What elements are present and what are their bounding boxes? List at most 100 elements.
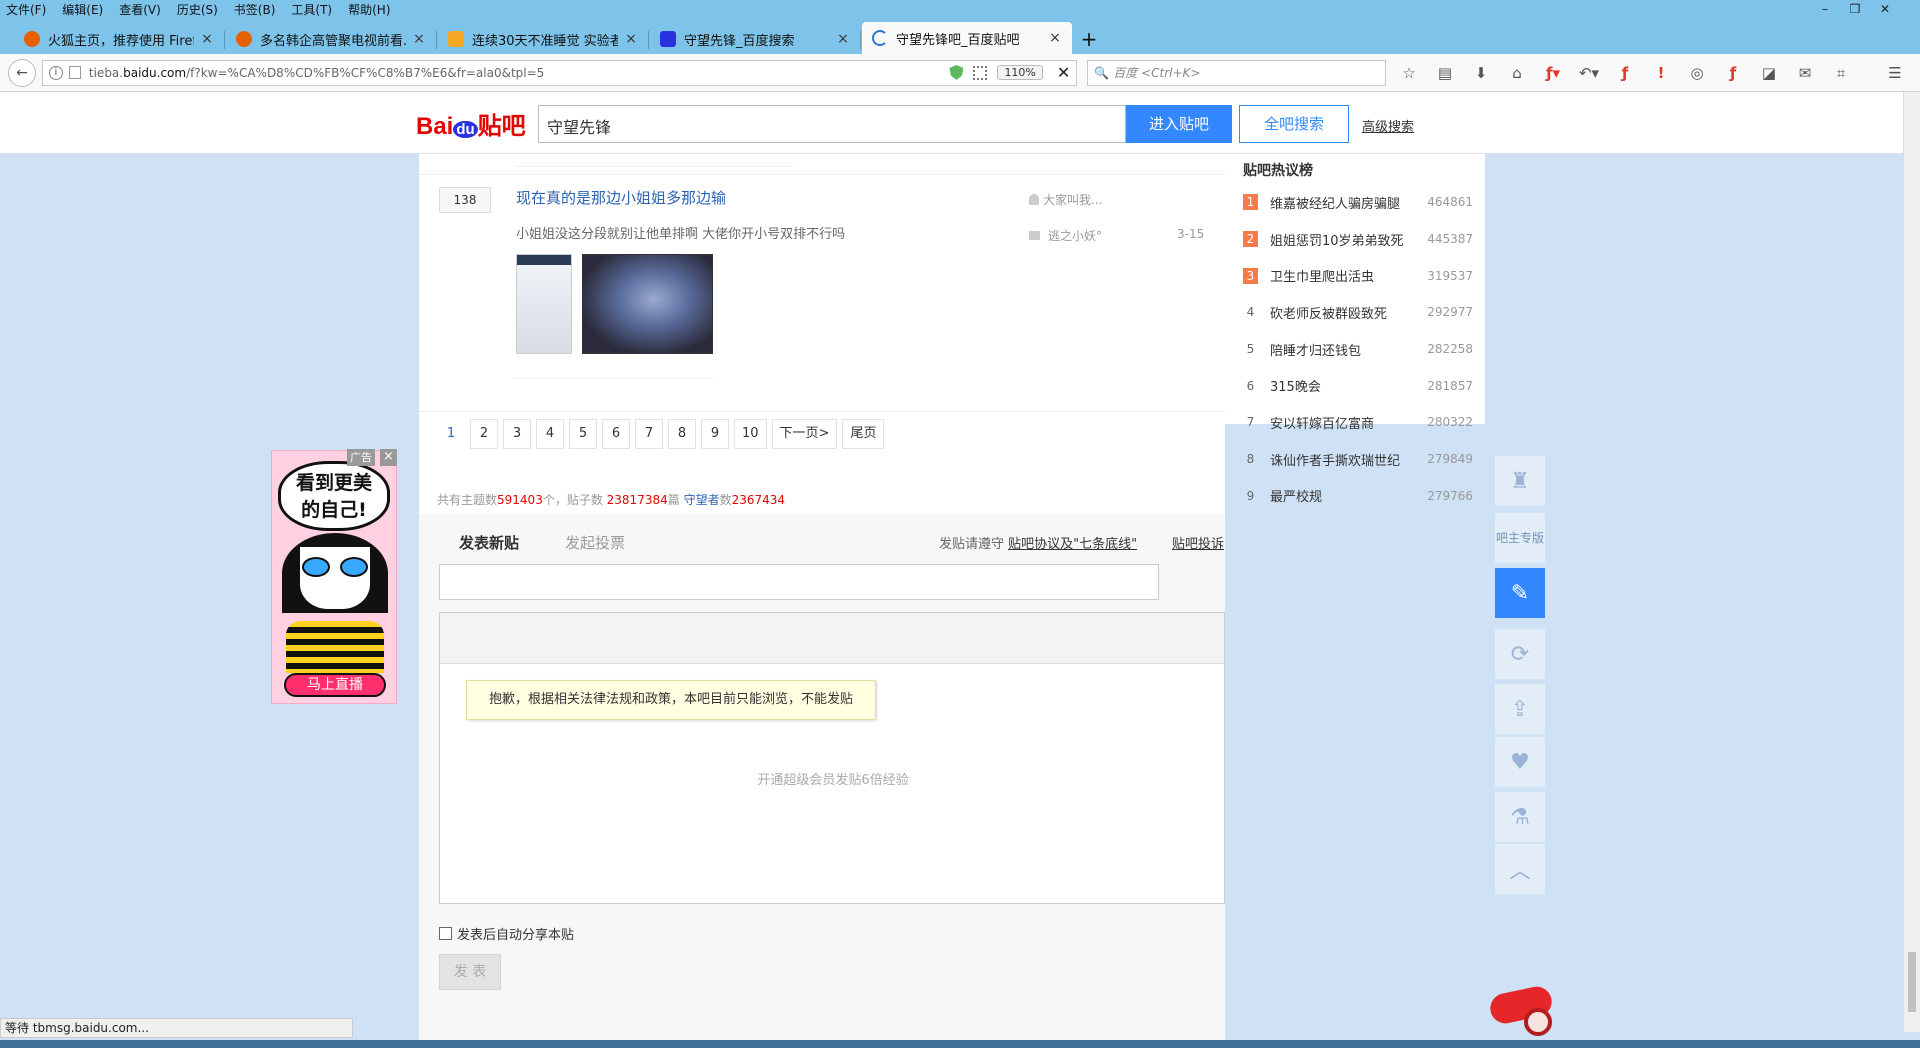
- rules-link[interactable]: 贴吧协议及"七条底线": [1008, 537, 1137, 552]
- page-link[interactable]: 8: [668, 419, 696, 449]
- hot-topic-item[interactable]: 5 陪睡才归还钱包 282258: [1243, 331, 1473, 368]
- auto-share-option[interactable]: 发表后自动分享本贴: [439, 924, 574, 943]
- page-link[interactable]: 5: [569, 419, 597, 449]
- qrcode-icon[interactable]: [973, 65, 988, 80]
- hot-topic-item[interactable]: 3 卫生巾里爬出活虫 319537: [1243, 257, 1473, 294]
- hot-topic-item[interactable]: 6 315晚会 281857: [1243, 367, 1473, 404]
- menu-help[interactable]: 帮助(H): [348, 1, 390, 18]
- page-scrollbar[interactable]: [1903, 92, 1920, 1032]
- url-text[interactable]: tieba.baidu.com/f?kw=%CA%D8%CD%FB%CF%C8%…: [89, 66, 950, 80]
- download-icon[interactable]: ⬇: [1470, 62, 1492, 84]
- close-icon[interactable]: ×: [624, 31, 638, 47]
- search-engine-icon[interactable]: 🔍: [1094, 66, 1109, 80]
- gesture-icon[interactable]: ◎: [1686, 62, 1708, 84]
- browser-tab-active[interactable]: 守望先锋吧_百度贴吧 ×: [862, 22, 1072, 54]
- favorite-heart-icon[interactable]: ♥: [1495, 737, 1545, 787]
- hot-topic-item[interactable]: 9 最严校规 279766: [1243, 478, 1473, 515]
- toolbar-icons: ☆ ▤ ⬇ ⌂ ƒ▾ ↶▾ ƒ ! ◎ ƒ ◪ ✉ ⌗ ☰: [1398, 62, 1920, 84]
- cannon-icon[interactable]: [1487, 980, 1562, 1036]
- baidu-tieba-logo[interactable]: Bai du 贴吧: [416, 106, 526, 141]
- home-icon[interactable]: ⌂: [1506, 62, 1528, 84]
- shield-icon[interactable]: [949, 65, 964, 80]
- flash-icon[interactable]: ƒ▾: [1542, 62, 1564, 84]
- info-icon[interactable]: i: [48, 65, 63, 80]
- hot-topic-item[interactable]: 7 安以轩嫁百亿富商 280322: [1243, 404, 1473, 441]
- chat-icon[interactable]: ✉: [1794, 62, 1816, 84]
- menu-bookmarks[interactable]: 书签(B): [234, 1, 276, 18]
- last-replier[interactable]: 逃之小妖°: [1029, 227, 1102, 244]
- bookmark-star-icon[interactable]: ☆: [1398, 62, 1420, 84]
- lab-flask-icon[interactable]: ⚗: [1495, 792, 1545, 842]
- advanced-search-link[interactable]: 高级搜索: [1362, 116, 1414, 135]
- flash-player-icon[interactable]: ƒ: [1722, 62, 1744, 84]
- stop-icon[interactable]: ✕: [1057, 63, 1070, 82]
- auto-share-checkbox[interactable]: [439, 927, 452, 940]
- admin-panel-button[interactable]: 吧主 专版: [1495, 513, 1545, 563]
- browser-tab[interactable]: 多名韩企高管聚电视前看... ×: [226, 24, 437, 54]
- minimize-icon[interactable]: –: [1810, 0, 1840, 18]
- enter-tieba-button[interactable]: 进入贴吧: [1126, 105, 1232, 143]
- next-page-button[interactable]: 下一页>: [771, 419, 838, 449]
- restore-icon[interactable]: ❐: [1840, 0, 1870, 18]
- url-bar[interactable]: i tieba.baidu.com/f?kw=%CA%D8%CD%FB%CF%C…: [41, 59, 1078, 86]
- page-link[interactable]: 4: [536, 419, 564, 449]
- back-to-top-icon[interactable]: ︿: [1495, 844, 1545, 894]
- menu-file[interactable]: 文件(F): [6, 1, 46, 18]
- page-link[interactable]: 10: [734, 419, 767, 449]
- refresh-icon[interactable]: ⟳: [1495, 629, 1545, 679]
- page-link[interactable]: 7: [635, 419, 663, 449]
- close-icon[interactable]: ×: [1048, 30, 1062, 46]
- publish-button[interactable]: 发 表: [439, 954, 501, 990]
- search-bar[interactable]: 🔍 百度 <Ctrl+K>: [1087, 59, 1387, 86]
- close-window-icon[interactable]: ✕: [1870, 0, 1900, 18]
- reading-list-icon[interactable]: ▤: [1434, 62, 1456, 84]
- ad-close-icon[interactable]: ×: [380, 449, 397, 466]
- zoom-level[interactable]: 110%: [997, 65, 1043, 80]
- menu-edit[interactable]: 编辑(E): [62, 1, 103, 18]
- hot-topic-item[interactable]: 2 姐姐惩罚10岁弟弟致死 445387: [1243, 221, 1473, 258]
- thread-author[interactable]: 大家叫我...: [1029, 191, 1102, 208]
- browser-tab[interactable]: 火狐主页，推荐使用 Firef... ×: [14, 24, 225, 54]
- extension-icon[interactable]: ◪: [1758, 62, 1780, 84]
- thread-title-link[interactable]: 现在真的是那边小姐姐多那边输: [516, 187, 726, 208]
- close-icon[interactable]: ×: [836, 31, 850, 47]
- new-tab-button[interactable]: +: [1074, 24, 1104, 54]
- page-link[interactable]: 6: [602, 419, 630, 449]
- flash-addon-icon[interactable]: ƒ: [1614, 62, 1636, 84]
- alert-icon[interactable]: !: [1650, 62, 1672, 84]
- tab-start-vote[interactable]: 发起投票: [565, 532, 625, 553]
- last-page-button[interactable]: 尾页: [842, 419, 885, 449]
- hamburger-menu-icon[interactable]: ☰: [1884, 62, 1906, 84]
- tab-new-post[interactable]: 发表新贴: [459, 532, 519, 553]
- share-icon[interactable]: ⇪: [1495, 684, 1545, 734]
- undo-icon[interactable]: ↶▾: [1578, 62, 1600, 84]
- hot-topic-item[interactable]: 1 维嘉被经纪人骗房骗腿 464861: [1243, 184, 1473, 221]
- windows-taskbar: [0, 1040, 1920, 1048]
- menu-tools[interactable]: 工具(T): [291, 1, 332, 18]
- bottle-icon[interactable]: ♜: [1495, 456, 1545, 506]
- page-link[interactable]: 2: [470, 419, 498, 449]
- advertisement-banner[interactable]: 看到更美 的自己! 马上直播: [271, 450, 397, 704]
- ad-live-button[interactable]: 马上直播: [284, 673, 386, 697]
- edit-post-icon[interactable]: ✎: [1495, 568, 1545, 618]
- thread-image-thumbnail[interactable]: [516, 254, 572, 354]
- tieba-search-input[interactable]: 守望先锋: [538, 105, 1126, 143]
- post-title-input[interactable]: [439, 564, 1159, 600]
- hot-topic-item[interactable]: 4 砍老师反被群殴致死 292977: [1243, 294, 1473, 331]
- all-tieba-search-button[interactable]: 全吧搜索: [1239, 105, 1349, 143]
- back-button[interactable]: ←: [8, 58, 36, 87]
- close-icon[interactable]: ×: [200, 31, 214, 47]
- post-content-editor[interactable]: 抱歉，根据相关法律法规和政策，本吧目前只能浏览，不能发贴 开通超级会员发贴6倍经…: [439, 612, 1225, 904]
- menu-history[interactable]: 历史(S): [177, 1, 218, 18]
- page-link[interactable]: 3: [503, 419, 531, 449]
- crop-icon[interactable]: ⌗: [1830, 62, 1852, 84]
- browser-tab[interactable]: 守望先锋_百度搜索 ×: [650, 24, 861, 54]
- thread-image-thumbnail[interactable]: [582, 254, 713, 354]
- page-link[interactable]: 9: [701, 419, 729, 449]
- menu-view[interactable]: 查看(V): [119, 1, 161, 18]
- browser-tab[interactable]: 连续30天不准睡觉 实验者... ×: [438, 24, 649, 54]
- complaint-link[interactable]: 贴吧投诉: [1172, 533, 1224, 552]
- scrollbar-thumb[interactable]: [1908, 952, 1916, 1012]
- close-icon[interactable]: ×: [412, 31, 426, 47]
- hot-topic-item[interactable]: 8 诛仙作者手撕欢瑞世纪 279849: [1243, 441, 1473, 478]
